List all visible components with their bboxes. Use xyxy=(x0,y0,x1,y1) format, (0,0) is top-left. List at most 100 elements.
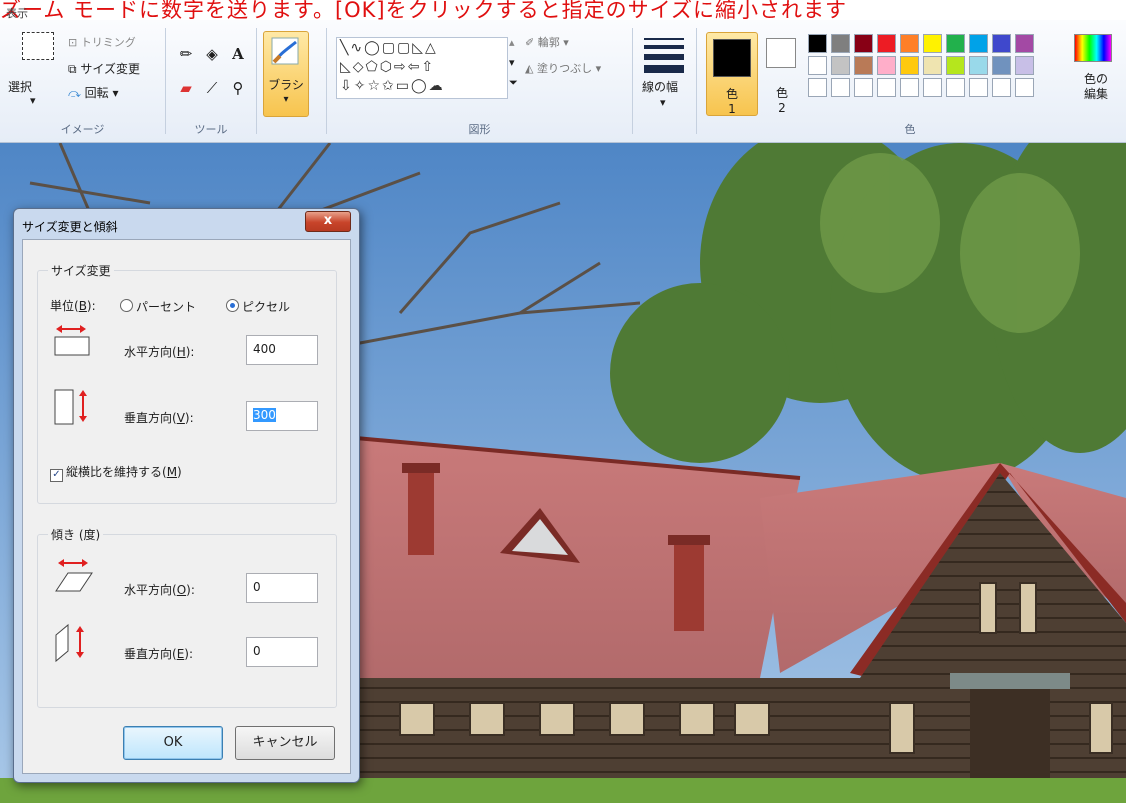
line-width-icon[interactable] xyxy=(644,38,684,73)
tab-view[interactable]: 表示 xyxy=(6,5,28,20)
palette-color-swatch[interactable] xyxy=(900,34,919,53)
palette-color-swatch[interactable] xyxy=(854,56,873,75)
separator xyxy=(256,28,257,134)
resize-skew-dialog: サイズ変更と傾斜 x サイズ変更 単位(B): パーセント ピクセル 水平方向(… xyxy=(13,208,360,783)
vertical-skew-icon xyxy=(55,623,84,663)
line-width-button[interactable]: 線の幅 xyxy=(642,78,678,95)
color-picker-icon[interactable]: ⟋ xyxy=(200,76,224,100)
fill-button[interactable]: ◭ 塗りつぶし ▾ xyxy=(525,60,601,76)
line-width-dropdown-icon[interactable]: ▾ xyxy=(660,96,666,109)
color1-swatch xyxy=(713,39,751,77)
palette-color-swatch[interactable] xyxy=(923,34,942,53)
resize-section: サイズ変更 単位(B): パーセント ピクセル 水平方向(H): 400 垂直方… xyxy=(37,262,337,504)
shapes-expand-icon[interactable]: ⏷ xyxy=(509,76,518,90)
palette-color-swatch[interactable] xyxy=(877,56,896,75)
palette-custom-slot[interactable] xyxy=(808,78,827,97)
text-tool-icon[interactable]: A xyxy=(226,42,250,66)
select-dropdown-icon[interactable]: ▾ xyxy=(30,94,36,107)
outline-button[interactable]: ✐ 輪郭 ▾ xyxy=(525,34,569,50)
checkbox-checked-icon: ✓ xyxy=(50,469,63,482)
shapes-row[interactable]: ⇩✧☆✩▭◯☁ xyxy=(340,78,445,94)
brush-label: ブラシ xyxy=(268,78,304,92)
pencil-icon[interactable]: ✏ xyxy=(174,42,198,66)
skew-horizontal-input[interactable]: 0 xyxy=(246,573,318,603)
palette-color-swatch[interactable] xyxy=(946,56,965,75)
magnifier-icon[interactable]: ⚲ xyxy=(226,76,250,100)
percent-radio[interactable]: パーセント xyxy=(120,298,196,315)
palette-color-swatch[interactable] xyxy=(808,56,827,75)
outline-icon: ✐ xyxy=(525,36,535,49)
palette-custom-slot[interactable] xyxy=(946,78,965,97)
palette-custom-slot[interactable] xyxy=(877,78,896,97)
rotate-label: 回転 ▾ xyxy=(84,86,119,100)
edit-colors-icon[interactable] xyxy=(1074,34,1112,62)
color1-button[interactable]: 色1 xyxy=(706,32,758,116)
skew-vertical-input[interactable]: 0 xyxy=(246,637,318,667)
cancel-button[interactable]: キャンセル xyxy=(235,726,335,760)
palette-color-swatch[interactable] xyxy=(969,56,988,75)
shapes-group: ╲∿◯▢▢◺△ ◺◇⬠⬡⇨⇦⇧ ⇩✧☆✩▭◯☁ ▴ ▾ ⏷ ✐ 輪郭 ▾ ◭ 塗… xyxy=(327,20,632,142)
shapes-gallery[interactable]: ╲∿◯▢▢◺△ ◺◇⬠⬡⇨⇦⇧ ⇩✧☆✩▭◯☁ xyxy=(336,37,508,99)
radio-selected-icon xyxy=(226,299,239,312)
palette-color-swatch[interactable] xyxy=(900,56,919,75)
palette-custom-slot[interactable] xyxy=(900,78,919,97)
resize-vertical-label: 垂直方向(V): xyxy=(124,411,194,425)
rotate-button[interactable]: ⤼ 回転 ▾ xyxy=(68,84,119,101)
select-button[interactable]: 選択 xyxy=(8,78,32,95)
resize-vertical-input[interactable]: 300 xyxy=(246,401,318,431)
trim-button[interactable]: ⊡ トリミング xyxy=(68,34,136,50)
edit-colors-button[interactable]: 色の 編集 xyxy=(1074,72,1118,102)
rotate-icon: ⤼ xyxy=(68,86,81,100)
palette-custom-slot[interactable] xyxy=(831,78,850,97)
skew-vertical-label: 垂直方向(E): xyxy=(124,647,194,661)
ok-button[interactable]: OK xyxy=(123,726,223,760)
skew-horizontal-label: 水平方向(O): xyxy=(124,583,195,597)
color2-button[interactable]: 色2 xyxy=(760,32,804,115)
palette-color-swatch[interactable] xyxy=(831,34,850,53)
shapes-row[interactable]: ◺◇⬠⬡⇨⇦⇧ xyxy=(340,59,435,75)
palette-color-swatch[interactable] xyxy=(923,56,942,75)
palette-color-swatch[interactable] xyxy=(831,56,850,75)
pixel-radio[interactable]: ピクセル xyxy=(226,298,290,315)
palette-custom-slot[interactable] xyxy=(969,78,988,97)
keep-aspect-checkbox[interactable]: ✓ 縦横比を維持する(M) xyxy=(50,463,182,482)
brush-button[interactable]: ブラシ ▾ xyxy=(263,31,309,117)
horizontal-skew-icon xyxy=(55,559,93,592)
close-button[interactable]: x xyxy=(305,211,351,232)
resize-icon: ⧉ xyxy=(68,62,77,76)
palette-custom-slot[interactable] xyxy=(992,78,1011,97)
brush-icon xyxy=(271,37,299,65)
dialog-titlebar[interactable]: サイズ変更と傾斜 x xyxy=(14,209,359,239)
palette-color-swatch[interactable] xyxy=(969,34,988,53)
image-group: 選択 ▾ ⊡ トリミング ⧉ サイズ変更 ⤼ 回転 ▾ イメージ xyxy=(0,20,165,142)
palette-color-swatch[interactable] xyxy=(1015,56,1034,75)
select-icon[interactable] xyxy=(22,32,54,60)
eraser-icon[interactable]: ▰ xyxy=(174,76,198,100)
dialog-body: サイズ変更 単位(B): パーセント ピクセル 水平方向(H): 400 垂直方… xyxy=(22,239,351,774)
percent-label: パーセント xyxy=(136,300,197,314)
shapes-row[interactable]: ╲∿◯▢▢◺△ xyxy=(340,40,438,56)
close-icon: x xyxy=(323,213,333,228)
shapes-scroll-up-icon[interactable]: ▴ xyxy=(509,36,515,49)
palette-color-swatch[interactable] xyxy=(992,34,1011,53)
color1-label: 色1 xyxy=(725,87,738,116)
radio-icon xyxy=(120,299,133,312)
palette-color-swatch[interactable] xyxy=(854,34,873,53)
palette-color-swatch[interactable] xyxy=(808,34,827,53)
fill-label: 塗りつぶし ▾ xyxy=(536,62,602,75)
unit-label: 単位(B): xyxy=(50,299,96,313)
palette-color-swatch[interactable] xyxy=(946,34,965,53)
palette-custom-slot[interactable] xyxy=(923,78,942,97)
palette-color-swatch[interactable] xyxy=(877,34,896,53)
palette-color-swatch[interactable] xyxy=(992,56,1011,75)
resize-button[interactable]: ⧉ サイズ変更 xyxy=(68,60,140,77)
fill-bucket-icon[interactable]: ◈ xyxy=(200,42,224,66)
palette-custom-slot[interactable] xyxy=(854,78,873,97)
colors-group-label: 色 xyxy=(904,123,916,136)
palette-custom-slot[interactable] xyxy=(1015,78,1034,97)
trim-icon: ⊡ xyxy=(68,36,78,49)
palette-color-swatch[interactable] xyxy=(1015,34,1034,53)
shapes-scroll-down-icon[interactable]: ▾ xyxy=(509,56,515,69)
tools-group-label: ツール xyxy=(194,123,228,136)
resize-horizontal-input[interactable]: 400 xyxy=(246,335,318,365)
